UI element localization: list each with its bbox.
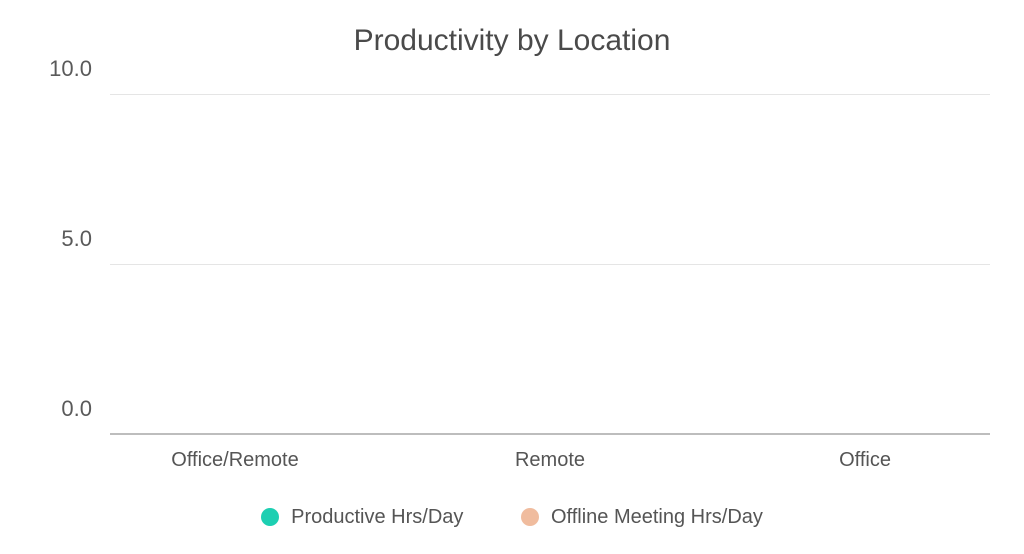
plot-area: 10.0 5.0 0.0 Office/Remote Remote Office	[110, 95, 990, 435]
productivity-chart: Productivity by Location 10.0 5.0 0.0 Of…	[0, 0, 1024, 554]
gridline-10	[110, 94, 990, 95]
xlabel-remote: Remote	[515, 435, 585, 472]
gridline-5	[110, 264, 990, 265]
legend-productive: Productive Hrs/Day	[261, 506, 463, 529]
legend-offline: Offline Meeting Hrs/Day	[521, 506, 763, 529]
ytick-10: 10.0	[49, 56, 110, 82]
ytick-5: 5.0	[61, 226, 110, 252]
legend: Productive Hrs/Day Offline Meeting Hrs/D…	[0, 506, 1024, 533]
xlabel-office-remote: Office/Remote	[171, 435, 298, 472]
legend-productive-label: Productive Hrs/Day	[291, 506, 463, 529]
swatch-productive	[261, 508, 279, 526]
ytick-0: 0.0	[61, 396, 110, 422]
xlabel-office: Office	[839, 435, 891, 472]
legend-offline-label: Offline Meeting Hrs/Day	[551, 506, 763, 529]
swatch-offline	[521, 508, 539, 526]
chart-title: Productivity by Location	[0, 24, 1024, 58]
